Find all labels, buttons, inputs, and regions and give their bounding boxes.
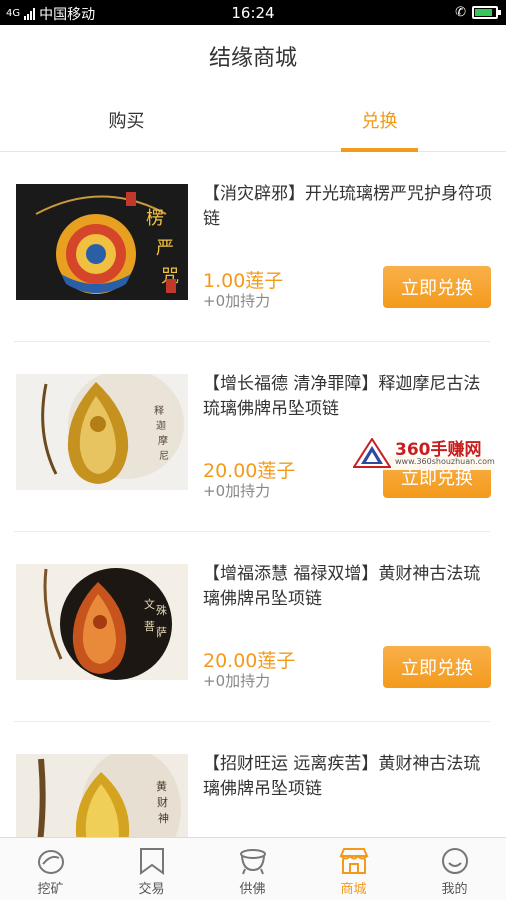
product-price: 1.00莲子 <box>203 270 284 292</box>
redeem-button[interactable]: 立即兑换 <box>383 646 491 688</box>
page-title: 结缘商城 <box>208 46 297 71</box>
redeem-button[interactable]: 立即兑换 <box>383 266 491 308</box>
nav-mining[interactable]: 挖矿 <box>0 838 101 900</box>
bookmark-icon <box>139 848 164 875</box>
incense-burner-icon <box>239 849 266 875</box>
hd-call-icon: ✆ <box>455 5 466 20</box>
product-bonus: +0加持力 <box>203 292 271 310</box>
svg-text:神: 神 <box>158 811 169 825</box>
battery-icon <box>472 6 501 19</box>
svg-text:文: 文 <box>144 597 155 611</box>
product-image[interactable]: 楞 严 咒 <box>16 184 188 300</box>
watermark-url: www.360shouzhuan.com <box>395 457 495 466</box>
svg-text:严: 严 <box>156 238 174 259</box>
product-price: 20.00莲子 <box>203 650 296 672</box>
svg-text:殊: 殊 <box>156 603 167 617</box>
bottom-nav: 挖矿 交易 供佛 商城 我的 <box>0 837 506 900</box>
product-name[interactable]: 【消灾辟邪】开光琉璃楞严咒护身符项链 <box>203 182 493 232</box>
product-name[interactable]: 【增长福德 清净罪障】释迦摩尼古法琉璃佛牌吊坠项链 <box>203 372 493 422</box>
svg-text:萨: 萨 <box>156 626 167 639</box>
status-bar: 4G 中国移动 16:24 ✆ <box>0 0 506 25</box>
svg-text:楞: 楞 <box>146 208 164 229</box>
nav-shop[interactable]: 商城 <box>303 838 404 900</box>
status-right: ✆ <box>455 5 501 20</box>
tab-bar: 购买 兑换 <box>0 87 506 152</box>
svg-text:释: 释 <box>154 404 164 417</box>
nav-trade[interactable]: 交易 <box>101 838 202 900</box>
clock: 16:24 <box>231 4 275 22</box>
product-bonus: +0加持力 <box>203 672 271 690</box>
watermark: 360手赚网 www.360shouzhuan.com <box>351 434 506 470</box>
nav-label: 交易 <box>138 882 165 897</box>
product-image[interactable]: 黄 财 神 <box>16 754 188 837</box>
product-item[interactable]: 楞 严 咒 【消灾辟邪】开光琉璃楞严咒护身符项链 1.00莲子 +0加持力 立即… <box>0 152 506 342</box>
nav-offering[interactable]: 供佛 <box>202 838 303 900</box>
app-header: 结缘商城 <box>0 25 506 87</box>
product-name[interactable]: 【招财旺运 远离疾苦】黄财神古法琉璃佛牌吊坠项链 <box>203 752 493 802</box>
tab-exchange[interactable]: 兑换 <box>253 87 506 152</box>
svg-text:摩: 摩 <box>158 434 168 447</box>
watermark-logo-icon <box>353 438 391 468</box>
svg-text:尼: 尼 <box>159 450 169 462</box>
mining-icon <box>37 850 64 874</box>
svg-text:菩: 菩 <box>144 620 155 633</box>
nav-label: 供佛 <box>239 882 266 897</box>
nav-label: 商城 <box>340 882 367 897</box>
product-item[interactable]: 文 殊 菩 萨 【增福添慧 福禄双增】黄财神古法琉璃佛牌吊坠项链 20.00莲子… <box>0 532 506 722</box>
product-item[interactable]: 黄 财 神 【招财旺运 远离疾苦】黄财神古法琉璃佛牌吊坠项链 <box>0 722 506 837</box>
tab-buy[interactable]: 购买 <box>0 87 253 152</box>
product-image[interactable]: 释 迦 摩 尼 <box>16 374 188 490</box>
product-bonus: +0加持力 <box>203 482 271 500</box>
svg-text:迦: 迦 <box>156 420 166 432</box>
svg-text:黄: 黄 <box>156 779 167 793</box>
product-price: 20.00莲子 <box>203 460 296 482</box>
product-image[interactable]: 文 殊 菩 萨 <box>16 564 188 680</box>
smiley-icon <box>441 848 468 874</box>
shop-icon <box>338 848 369 874</box>
product-list[interactable]: 楞 严 咒 【消灾辟邪】开光琉璃楞严咒护身符项链 1.00莲子 +0加持力 立即… <box>0 152 506 837</box>
nav-mine[interactable]: 我的 <box>404 838 505 900</box>
product-name[interactable]: 【增福添慧 福禄双增】黄财神古法琉璃佛牌吊坠项链 <box>203 562 493 612</box>
nav-label: 挖矿 <box>37 882 64 897</box>
svg-text:财: 财 <box>157 795 168 809</box>
nav-label: 我的 <box>441 882 468 897</box>
